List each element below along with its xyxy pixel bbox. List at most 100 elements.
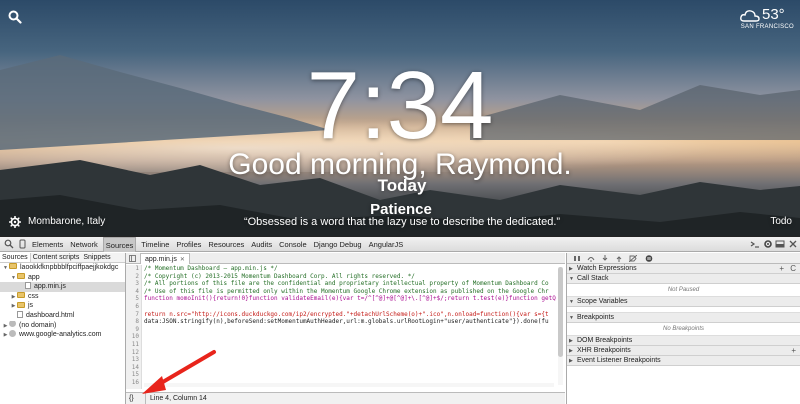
code-line[interactable]: function momoInit(){return!0}function va…	[144, 295, 557, 303]
line-number[interactable]: 5	[126, 295, 139, 303]
add-icon[interactable]: +	[791, 346, 796, 356]
step-over-icon[interactable]	[587, 255, 595, 262]
dock-side-icon[interactable]	[775, 239, 785, 249]
triangle-right-icon[interactable]: ▶	[569, 346, 577, 356]
pretty-print-button[interactable]: {}	[129, 393, 134, 404]
vertical-scrollbar[interactable]	[558, 267, 563, 385]
pane-title: Watch Expressions	[577, 265, 637, 272]
line-number[interactable]: 4	[126, 288, 139, 296]
code-line[interactable]: data:JSON.stringify(n),beforeSend:setMom…	[144, 318, 557, 326]
triangle-right-icon[interactable]: ▶	[2, 331, 9, 340]
pane-header-xhr-breakpoints[interactable]: ▶ XHR Breakpoints +	[567, 346, 800, 356]
step-into-icon[interactable]	[601, 255, 609, 262]
tree-item[interactable]: ▶ (no domain)	[0, 320, 125, 331]
triangle-right-icon[interactable]: ▶	[10, 302, 17, 311]
line-number[interactable]: 13	[126, 356, 139, 364]
code-content[interactable]: /* Momentum Dashboard – app.min.js *//* …	[144, 265, 557, 389]
line-number[interactable]: 10	[126, 333, 139, 341]
pane-body-breakpoints: No Breakpoints	[567, 323, 800, 336]
code-line[interactable]: return n.src="http://icons.duckduckgo.co…	[144, 311, 557, 319]
tree-item[interactable]: ▶ www.google-analytics.com	[0, 330, 125, 340]
line-number[interactable]: 7	[126, 311, 139, 319]
code-line[interactable]: /* All portions of this file are the con…	[144, 280, 557, 288]
pane-header-breakpoints[interactable]: ▼ Breakpoints	[567, 313, 800, 323]
tree-item[interactable]: app.min.js	[0, 282, 125, 292]
tree-item[interactable]: ▶ js	[0, 301, 125, 311]
tab-console[interactable]: Console	[277, 237, 309, 252]
horizontal-scrollbar[interactable]	[144, 383, 554, 387]
line-number[interactable]: 8	[126, 318, 139, 326]
search-icon[interactable]	[8, 10, 22, 24]
tab-sources[interactable]: Sources	[102, 237, 137, 252]
navigator-tab-sources[interactable]: Sources	[0, 253, 31, 262]
line-number[interactable]: 3	[126, 280, 139, 288]
deactivate-breakpoints-icon[interactable]	[629, 255, 637, 262]
line-number[interactable]: 14	[126, 364, 139, 372]
line-number[interactable]: 12	[126, 349, 139, 357]
tab-django-debug[interactable]: Django Debug	[312, 237, 364, 252]
todo-button[interactable]: Todo	[770, 216, 792, 227]
tab-network[interactable]: Network	[68, 237, 100, 252]
step-out-icon[interactable]	[615, 255, 623, 262]
inspect-search-icon[interactable]	[4, 239, 14, 249]
pane-title: XHR Breakpoints	[577, 347, 631, 354]
triangle-down-icon[interactable]: ▼	[2, 264, 9, 273]
close-icon[interactable]	[788, 239, 798, 249]
tree-item-label: (no domain)	[19, 321, 57, 329]
pane-header-watch-expressions[interactable]: ▶ Watch Expressions + C	[567, 264, 800, 274]
tab-elements[interactable]: Elements	[30, 237, 65, 252]
line-number[interactable]: 1	[126, 265, 139, 273]
triangle-right-icon[interactable]: ▶	[569, 356, 577, 366]
weather-widget[interactable]: 53° SAN FRANCISCO	[740, 6, 794, 34]
editor-tab-label: app.min.js	[145, 256, 177, 263]
console-drawer-icon[interactable]	[750, 239, 760, 249]
tab-profiles[interactable]: Profiles	[174, 237, 203, 252]
close-tab-icon[interactable]: ✕	[180, 257, 185, 263]
tab-resources[interactable]: Resources	[206, 237, 246, 252]
pane-header-event-listener-breakpoints[interactable]: ▶ Event Listener Breakpoints	[567, 356, 800, 366]
refresh-icon[interactable]: C	[790, 264, 796, 274]
line-number[interactable]: 16	[126, 379, 139, 387]
triangle-down-icon[interactable]: ▼	[569, 297, 577, 307]
line-number[interactable]: 2	[126, 273, 139, 281]
tab-timeline[interactable]: Timeline	[139, 237, 171, 252]
triangle-right-icon[interactable]: ▶	[569, 336, 577, 346]
photo-location[interactable]: Mombarone, Italy	[28, 216, 105, 227]
tree-item[interactable]: dashboard.html	[0, 310, 125, 321]
triangle-right-icon[interactable]: ▶	[569, 264, 577, 274]
tab-angularjs[interactable]: AngularJS	[367, 237, 406, 252]
tree-item[interactable]: ▶ css	[0, 291, 125, 302]
triangle-down-icon[interactable]: ▼	[10, 274, 17, 283]
tab-audits[interactable]: Audits	[249, 237, 274, 252]
navigator-tab-snippets[interactable]: Snippets	[81, 253, 112, 262]
pause-icon[interactable]	[573, 255, 581, 262]
settings-gear-icon[interactable]	[763, 239, 773, 249]
clock: 7:34	[306, 52, 494, 159]
device-mode-icon[interactable]	[17, 239, 27, 249]
pane-header-scope-variables[interactable]: ▼ Scope Variables	[567, 297, 800, 307]
editor-tab-app-min-js[interactable]: app.min.js ✕	[140, 253, 190, 264]
triangle-down-icon[interactable]: ▼	[569, 274, 577, 284]
pane-header-call-stack[interactable]: ▼ Call Stack	[567, 274, 800, 284]
pane-header-dom-breakpoints[interactable]: ▶ DOM Breakpoints	[567, 336, 800, 346]
gear-icon[interactable]	[9, 216, 21, 228]
tree-item[interactable]: ▼ app	[0, 272, 125, 283]
tree-item[interactable]: ▼ laookkfknpbbblfpciffpaejjkokdgc	[0, 263, 125, 273]
line-number[interactable]: 15	[126, 371, 139, 379]
triangle-right-icon[interactable]: ▶	[2, 322, 9, 331]
toggle-navigator-icon[interactable]	[129, 255, 136, 262]
code-line[interactable]: /* Copyright (c) 2013-2015 Momentum Dash…	[144, 273, 557, 281]
line-number[interactable]: 11	[126, 341, 139, 349]
navigator-tab-content-scripts[interactable]: Content scripts	[31, 253, 82, 262]
code-line[interactable]	[144, 303, 557, 311]
triangle-right-icon[interactable]: ▶	[10, 293, 17, 302]
triangle-down-icon[interactable]: ▼	[569, 313, 577, 323]
line-number[interactable]: 6	[126, 303, 139, 311]
pause-on-exceptions-icon[interactable]	[645, 255, 653, 262]
weather-city: SAN FRANCISCO	[740, 24, 794, 30]
add-icon[interactable]: +	[779, 264, 784, 274]
code-line[interactable]: /* Momentum Dashboard – app.min.js */	[144, 265, 557, 273]
code-line[interactable]: /* Use of this file is permitted only wi…	[144, 288, 557, 296]
scrollbar-thumb[interactable]	[558, 267, 563, 357]
line-number[interactable]: 9	[126, 326, 139, 334]
